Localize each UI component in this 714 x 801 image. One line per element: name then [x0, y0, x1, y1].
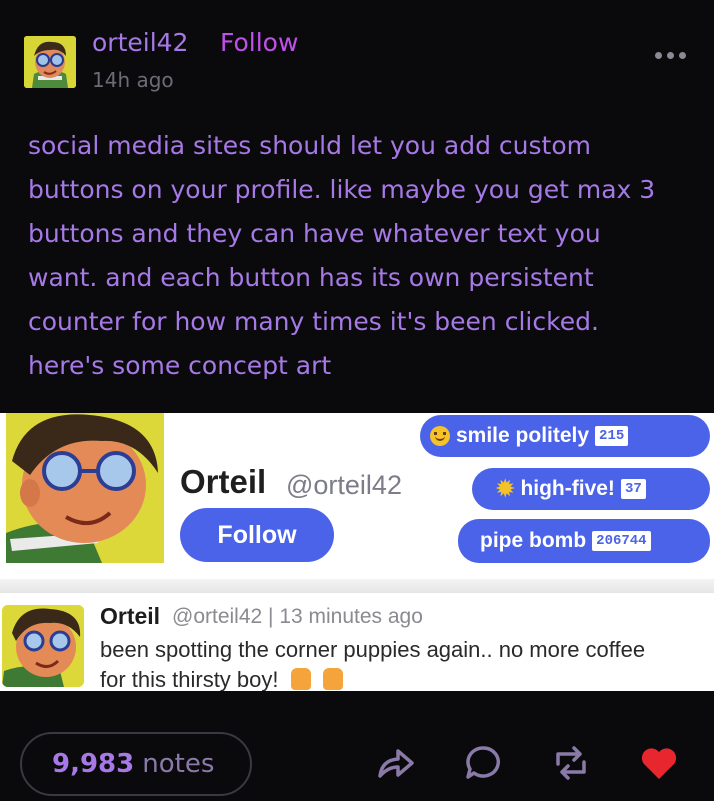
custom-button-label: smile politely	[456, 424, 590, 447]
custom-button-label: high-five!	[520, 477, 615, 500]
thumbs-up-icon	[290, 668, 311, 690]
custom-button-label: pipe bomb	[480, 529, 587, 552]
profile-display-name: Orteil	[180, 463, 267, 500]
follow-link[interactable]: Follow	[220, 28, 298, 57]
like-heart-icon[interactable]	[638, 742, 680, 784]
notes-count: 9,983	[52, 749, 135, 779]
custom-button-count: 215	[595, 426, 629, 446]
profile-follow-button: Follow	[180, 508, 334, 562]
more-options-icon[interactable]	[655, 52, 686, 59]
tweet-text-line-2-text: for this thirsty boy!	[100, 667, 279, 691]
smile-emoji-icon	[430, 426, 450, 446]
user-avatar[interactable]	[24, 36, 76, 88]
notes-button[interactable]: 9,983 notes	[20, 732, 252, 796]
notes-label: notes	[142, 749, 215, 779]
custom-button-high-five: ✹ high-five! 37	[472, 468, 710, 510]
tweet-handle-time: @orteil42 | 13 minutes ago	[172, 605, 423, 628]
sparkle-emoji-icon: ✹	[496, 476, 515, 501]
post-timestamp[interactable]: 14h ago	[92, 68, 174, 92]
custom-button-smile-politely: smile politely 215	[420, 415, 710, 457]
tweet-text-line-1: been spotting the corner puppies again..…	[100, 637, 646, 662]
reblog-icon[interactable]	[550, 742, 592, 784]
custom-button-count: 206744	[592, 531, 651, 551]
profile-picture	[6, 413, 164, 563]
post-header: orteil42 Follow 14h ago	[24, 28, 690, 92]
custom-button-count: 37	[620, 479, 646, 499]
post-body-text: social media sites should let you add cu…	[28, 131, 656, 380]
divider	[0, 579, 714, 593]
custom-button-pipe-bomb: pipe bomb 206744	[458, 519, 710, 563]
tweet-text-line-2: for this thirsty boy!	[100, 665, 714, 691]
reply-icon[interactable]	[462, 742, 504, 784]
concept-art-image: Orteil @orteil42 Follow smile politely 2…	[0, 413, 714, 691]
tweet-author-name: Orteil	[100, 603, 161, 629]
thumbs-up-icon	[322, 668, 343, 690]
profile-handle: @orteil42	[286, 470, 402, 500]
username[interactable]: orteil42	[92, 28, 188, 57]
tweet-text: been spotting the corner puppies again..…	[100, 635, 714, 691]
share-icon[interactable]	[374, 742, 416, 784]
tweet-avatar	[2, 605, 84, 687]
